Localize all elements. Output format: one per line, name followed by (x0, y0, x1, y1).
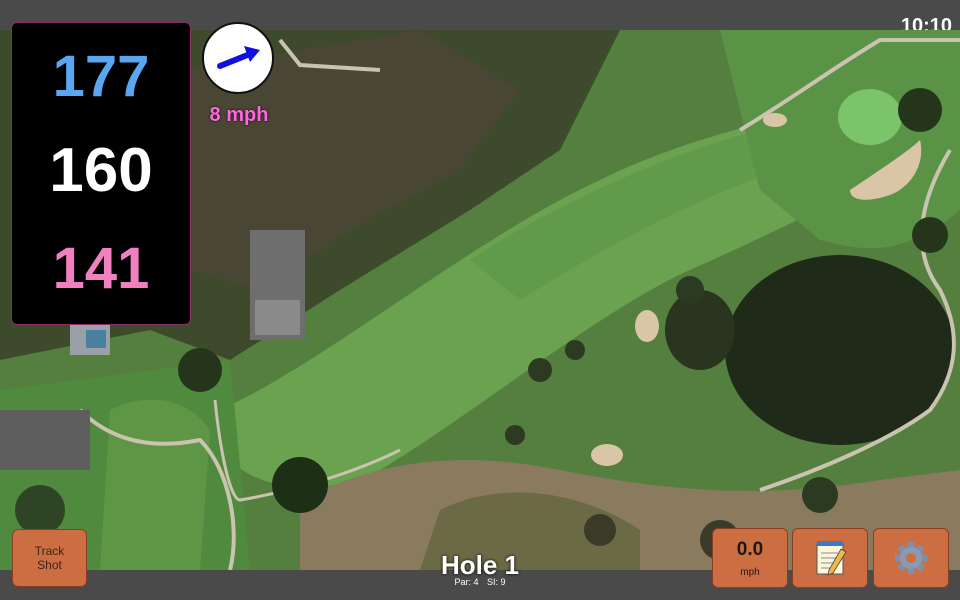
distance-middle: 160 (49, 136, 153, 205)
shot-speed-unit: mph (740, 567, 760, 578)
gear-icon (895, 542, 927, 574)
shot-speed-value: 0.0 (736, 539, 764, 560)
hole-stroke-index: SI: 9 (487, 577, 506, 587)
wind-speed: 8 mph (209, 104, 269, 126)
settings-button[interactable] (873, 528, 949, 588)
notepad-icon (816, 541, 847, 576)
scorecard-notes-button[interactable] (792, 528, 868, 588)
track-shot-label-2: Shot (37, 558, 62, 572)
hole-par: Par: 4 (454, 577, 479, 587)
track-shot-button[interactable]: Track Shot (12, 529, 87, 587)
arrow-icon (217, 46, 260, 69)
track-shot-label-1: Track (34, 544, 65, 558)
distance-front: 141 (52, 236, 150, 301)
shot-speed-button[interactable]: 0.0 mph (712, 528, 788, 588)
hole-info: Par: 4 SI: 9 (380, 577, 580, 587)
wind-indicator[interactable] (202, 22, 274, 94)
distance-panel: 177 160 141 (11, 22, 191, 325)
distance-back: 177 (52, 44, 150, 109)
